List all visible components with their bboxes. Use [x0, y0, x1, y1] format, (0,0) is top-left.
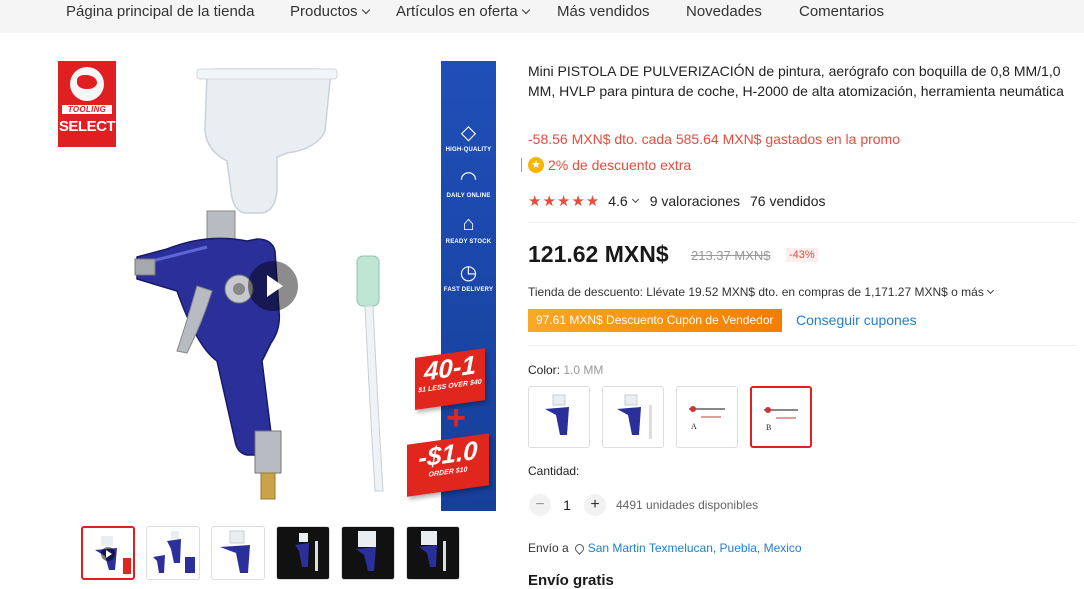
free-shipping-label: Envío gratis: [528, 572, 614, 589]
feature-item: ◠ DAILY ONLINE: [441, 165, 496, 200]
quantity-decrease-button[interactable]: −: [529, 494, 551, 516]
thumbnail-2[interactable]: [146, 526, 200, 580]
play-video-button[interactable]: [248, 261, 298, 311]
color-variant-4[interactable]: B: [750, 386, 812, 448]
color-variant-1[interactable]: [528, 386, 590, 448]
nav-best-sellers[interactable]: Más vendidos: [557, 3, 650, 20]
color-label-text: Color:: [528, 363, 561, 377]
product-title: Mini PISTOLA DE PULVERIZACIÓN de pintura…: [528, 63, 1064, 99]
quantity-input[interactable]: 1: [558, 497, 576, 513]
thumbnail-3[interactable]: [211, 526, 265, 580]
nav-products[interactable]: Productos: [290, 3, 370, 20]
discount-badge: -43%: [786, 248, 818, 262]
rating-row: ★★★★★ 4.6 9 valoraciones 76 vendidos: [528, 192, 826, 210]
star-rating-icon: ★★★★★: [528, 193, 601, 210]
promo-discount-text: -58.56 MXN$ dto. cada 585.64 MXN$ gastad…: [528, 131, 900, 147]
thumbnail-image: [220, 530, 250, 573]
chevron-down-icon: [521, 5, 530, 15]
feature-label: READY STOCK: [445, 239, 492, 245]
color-value: 1.0 MM: [563, 363, 604, 377]
svg-text:A: A: [691, 422, 697, 431]
variant-image: [545, 394, 569, 435]
current-price: 121.62 MXN$: [528, 241, 669, 267]
thumbnail-image: [419, 531, 446, 571]
seller-coupon-tag: 97.61 MXN$ Descuento Cupón de Vendedor: [528, 309, 782, 332]
chevron-down-icon: [361, 5, 370, 15]
svg-text:B: B: [766, 423, 771, 432]
ship-location-link[interactable]: San Martin Texmelucan, Puebla, Mexico: [588, 541, 802, 555]
feature-item: ⌂ READY STOCK: [441, 211, 496, 246]
nav-new-label: Novedades: [686, 3, 762, 20]
thumbnail-image: [95, 536, 131, 574]
thumbnail-5[interactable]: [341, 526, 395, 580]
headset-icon: ◠: [459, 167, 478, 190]
thumbnail-image: [295, 533, 318, 571]
nav-best-sellers-label: Más vendidos: [557, 3, 650, 20]
reviews-count[interactable]: 9 valoraciones: [650, 193, 740, 209]
variant-image: [617, 394, 652, 439]
original-price: 213.37 MXN$: [691, 248, 771, 263]
stock-available: 4491 unidades disponibles: [616, 498, 759, 512]
nav-products-label: Productos: [290, 3, 358, 20]
thumbnail-1[interactable]: [81, 526, 135, 580]
extra-discount-label: 2% de descuento extra: [548, 157, 692, 173]
get-coupons-link[interactable]: Conseguir cupones: [796, 312, 917, 328]
nav-home[interactable]: Página principal de la tienda: [66, 3, 254, 20]
feature-label: HIGH-QUALITY: [445, 147, 492, 153]
feature-label: FAST DELIVERY: [443, 287, 494, 293]
warehouse-icon: ⌂: [462, 212, 475, 235]
nav-new[interactable]: Novedades: [686, 3, 762, 20]
color-label: Color: 1.0 MM: [528, 363, 603, 377]
color-variant-2[interactable]: [602, 386, 664, 448]
ship-to-label: Envío a: [528, 541, 569, 555]
thumbnail-6[interactable]: [406, 526, 460, 580]
nav-reviews[interactable]: Comentarios: [799, 3, 884, 20]
color-variant-3[interactable]: A: [676, 386, 738, 448]
chevron-down-icon: [986, 286, 994, 295]
rating-value[interactable]: 4.6: [608, 193, 627, 209]
nav-deals[interactable]: Artículos en oferta: [396, 3, 530, 20]
feature-label: DAILY ONLINE: [446, 193, 491, 199]
diamond-icon: ◇: [460, 121, 477, 144]
chevron-down-icon[interactable]: [631, 195, 639, 204]
product-main-image[interactable]: TOOLING SELECT ◇ HIGH-QUALITY ◠ DAILY ONLI…: [57, 61, 496, 511]
feature-item: ◷ FAST DELIVERY: [441, 259, 496, 294]
divider-bar: [521, 158, 522, 172]
thumbnail-image: [356, 531, 376, 571]
store-nav-bar: Página principal de la tienda Productos …: [0, 0, 1084, 33]
variant-image: B: [764, 407, 798, 432]
promo-plus: +: [446, 399, 466, 437]
coin-icon: ★: [528, 157, 544, 173]
quantity-label: Cantidad:: [528, 464, 580, 478]
nav-deals-label: Artículos en oferta: [396, 3, 518, 20]
quantity-increase-button[interactable]: +: [584, 494, 606, 516]
store-discount-label: Tienda de descuento: Llévate 19.52 MXN$ …: [528, 285, 984, 299]
sold-count: 76 vendidos: [750, 193, 826, 209]
location-pin-icon: [572, 541, 586, 555]
clock-icon: ◷: [459, 261, 478, 284]
store-discount[interactable]: Tienda de descuento: Llévate 19.52 MXN$ …: [528, 285, 994, 299]
thumbnail-4[interactable]: [276, 526, 330, 580]
thumbnail-image: [153, 531, 195, 573]
feature-item: ◇ HIGH-QUALITY: [441, 119, 496, 154]
divider: [528, 222, 1076, 223]
nav-reviews-label: Comentarios: [799, 3, 885, 20]
nav-home-label: Página principal de la tienda: [66, 3, 255, 20]
variant-image: A: [689, 406, 725, 431]
shipping-destination: Envío a San Martin Texmelucan, Puebla, M…: [528, 541, 802, 555]
divider: [528, 345, 1076, 346]
extra-discount: ★ 2% de descuento extra: [521, 157, 691, 173]
